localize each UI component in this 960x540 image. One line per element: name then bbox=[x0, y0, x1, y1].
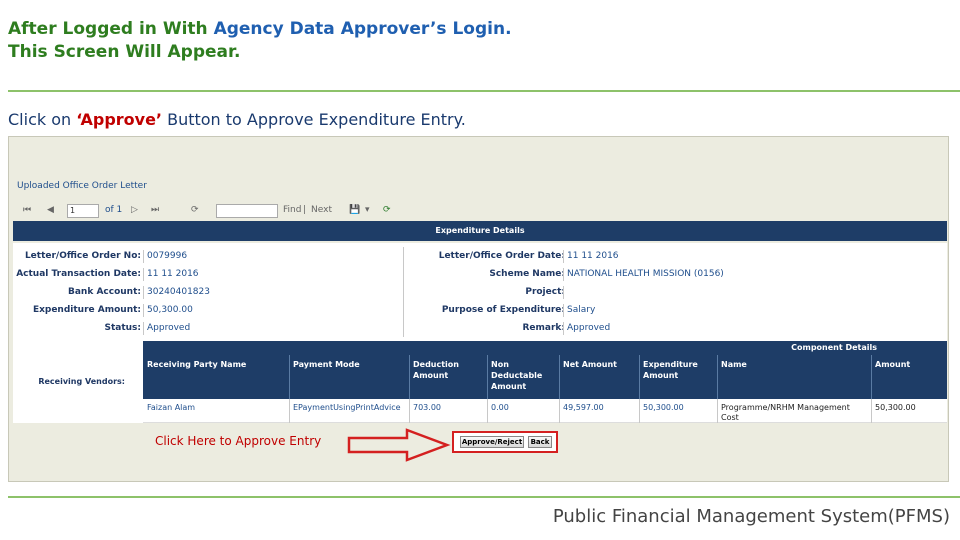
field-status: Status: Approved bbox=[104, 322, 191, 335]
cell-component-name: Programme/NRHM Management Cost bbox=[721, 403, 850, 422]
uploaded-office-order-label: Uploaded Office Order Letter bbox=[17, 181, 147, 191]
field-transaction-date: Actual Transaction Date: 11 11 2016 bbox=[16, 268, 199, 281]
table-row: Faizan Alam EPaymentUsingPrintAdvice 703… bbox=[143, 399, 947, 423]
pfms-screenshot: Uploaded Office Order Letter ⏮ ◀ 1 of 1 … bbox=[8, 136, 949, 482]
approve-button-highlight: Approve/Reject Back bbox=[452, 431, 558, 453]
find-link[interactable]: Find bbox=[283, 205, 301, 215]
export-icon[interactable]: 💾 bbox=[349, 205, 360, 215]
field-bank-account: Bank Account: 30240401823 bbox=[68, 286, 210, 299]
next-page-icon[interactable]: ▷ bbox=[131, 205, 138, 215]
refresh-icon[interactable]: ⟳ bbox=[191, 205, 199, 215]
cell-non-deductable: 0.00 bbox=[491, 403, 509, 412]
col-deduction-amount: Deduction Amount bbox=[413, 360, 459, 380]
col-component-name: Name bbox=[721, 360, 747, 369]
footer-title: Public Financial Management System(PFMS) bbox=[552, 506, 950, 527]
field-letter-no: Letter/Office Order No: 0079996 bbox=[24, 250, 188, 263]
expenditure-details: Letter/Office Order No: 0079996 Actual T… bbox=[13, 243, 947, 341]
cell-net-amount: 49,597.00 bbox=[563, 403, 604, 412]
col-net-amount: Net Amount bbox=[563, 360, 617, 369]
approve-reject-button[interactable]: Approve/Reject bbox=[460, 436, 524, 448]
col-receiving-party: Receiving Party Name bbox=[147, 360, 247, 369]
cell-deduction: 703.00 bbox=[413, 403, 441, 412]
top-divider bbox=[8, 90, 960, 92]
field-purpose: Purpose of Expenditure: Salary bbox=[441, 304, 596, 317]
vendor-table: Component Details Receiving Party Name P… bbox=[143, 341, 947, 423]
cell-expenditure-amount: 50,300.00 bbox=[643, 403, 684, 412]
back-button[interactable]: Back bbox=[528, 436, 552, 448]
last-page-icon[interactable]: ⏭ bbox=[151, 205, 159, 215]
find-input[interactable] bbox=[216, 204, 278, 218]
report-toolbar: ⏮ ◀ 1 of 1 ▷ ⏭ ⟳ Find | Next 💾 ▾ ⟳ bbox=[13, 203, 945, 221]
cell-component-amount: 50,300.00 bbox=[875, 403, 916, 412]
field-project: Project: bbox=[525, 286, 565, 299]
next-link[interactable]: Next bbox=[311, 205, 332, 215]
field-scheme-name: Scheme Name: NATIONAL HEALTH MISSION (01… bbox=[489, 268, 724, 281]
col-payment-mode: Payment Mode bbox=[293, 360, 360, 369]
receiving-vendors-section: Receiving Vendors: Component Details Rec… bbox=[13, 341, 947, 423]
component-details-header: Component Details bbox=[143, 341, 947, 355]
field-remark: Remark: Approved bbox=[522, 322, 611, 335]
page-number-input[interactable]: 1 bbox=[67, 204, 99, 218]
approve-highlight: ‘Approve’ bbox=[76, 110, 163, 129]
red-arrow-icon bbox=[347, 428, 451, 462]
field-expenditure-amount: Expenditure Amount: 50,300.00 bbox=[32, 304, 193, 317]
page-count: of 1 bbox=[105, 205, 123, 215]
bottom-divider bbox=[8, 496, 960, 498]
col-non-deductable: Non Deductable Amount bbox=[491, 360, 543, 391]
field-letter-date: Letter/Office Order Date: 11 11 2016 bbox=[438, 250, 619, 263]
first-page-icon[interactable]: ⏮ bbox=[23, 205, 31, 215]
receiving-vendors-label: Receiving Vendors: bbox=[38, 377, 125, 386]
click-here-note: Click Here to Approve Entry bbox=[155, 434, 322, 448]
cell-payment-mode: EPaymentUsingPrintAdvice bbox=[293, 403, 401, 412]
table-header-row: Receiving Party Name Payment Mode Deduct… bbox=[143, 355, 947, 399]
refresh-report-icon[interactable]: ⟳ bbox=[383, 205, 391, 215]
toolbar-separator: | bbox=[303, 205, 307, 215]
agency-approver-text: Agency Data Approver’s Login. bbox=[213, 19, 512, 39]
export-dropdown-icon[interactable]: ▾ bbox=[365, 205, 370, 215]
slide-title: After Logged in With Agency Data Approve… bbox=[8, 18, 512, 64]
col-expenditure-amount: Expenditure Amount bbox=[643, 360, 698, 380]
cell-party-name: Faizan Alam bbox=[147, 403, 196, 412]
col-component-amount: Amount bbox=[875, 360, 911, 369]
expenditure-details-header: Expenditure Details bbox=[13, 221, 947, 241]
instruction-text: Click on ‘Approve’ Button to Approve Exp… bbox=[8, 110, 466, 129]
slide-title-line-2: This Screen Will Appear. bbox=[8, 42, 241, 62]
slide-title-line-1: After Logged in With Agency Data Approve… bbox=[8, 19, 512, 39]
prev-page-icon[interactable]: ◀ bbox=[47, 205, 54, 215]
